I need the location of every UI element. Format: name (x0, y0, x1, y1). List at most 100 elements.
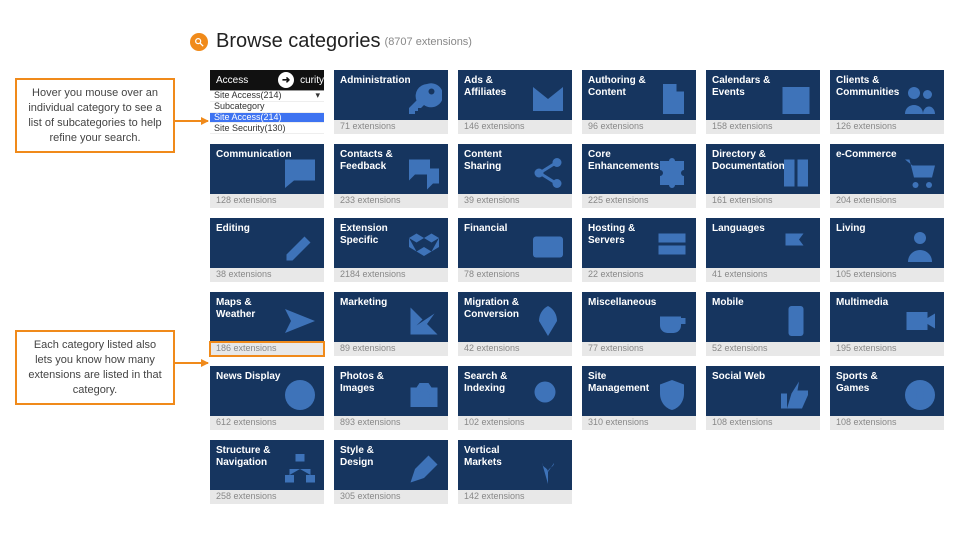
category-card[interactable]: Structure & Navigation258 extensions (210, 440, 324, 504)
edit-icon (280, 228, 320, 266)
doc-icon (652, 80, 692, 118)
category-count: 22 extensions (582, 268, 696, 282)
category-label: Communication (216, 149, 286, 161)
comments-icon (404, 154, 444, 192)
comment-icon (280, 154, 320, 192)
category-count: 158 extensions (706, 120, 820, 134)
category-card[interactable]: Multimedia195 extensions (830, 292, 944, 356)
category-label: Financial (464, 223, 534, 235)
card-title-right: curity (300, 75, 324, 86)
category-count: 102 extensions (458, 416, 572, 430)
category-count: 78 extensions (458, 268, 572, 282)
category-card[interactable]: Content Sharing39 extensions (458, 144, 572, 208)
category-card[interactable]: Core Enhancements225 extensions (582, 144, 696, 208)
category-card[interactable]: Style & Design305 extensions (334, 440, 448, 504)
category-card[interactable]: Hosting & Servers22 extensions (582, 218, 696, 282)
go-icon[interactable]: ➜ (278, 72, 294, 88)
category-label: Site Management (588, 371, 658, 394)
brush-icon (404, 450, 444, 488)
category-card[interactable]: Extension Specific2184 extensions (334, 218, 448, 282)
fork-icon (528, 450, 568, 488)
category-card[interactable]: Administration 71 extensions (334, 70, 448, 134)
video-icon (900, 302, 940, 340)
category-count: 161 extensions (706, 194, 820, 208)
category-count: 204 extensions (830, 194, 944, 208)
page-title: Browse categories (216, 30, 381, 53)
category-count: 2184 extensions (334, 268, 448, 282)
dropdown-option[interactable]: Subcategory (210, 102, 324, 113)
phone-icon (776, 302, 816, 340)
category-card[interactable]: e-Commerce204 extensions (830, 144, 944, 208)
category-card[interactable]: Directory & Documentation 161 extensions (706, 144, 820, 208)
dropdown-selected[interactable]: Site Access(214) (210, 91, 324, 102)
category-label: Directory & Documentation (712, 149, 782, 172)
category-count: 39 extensions (458, 194, 572, 208)
category-count: 89 extensions (334, 342, 448, 356)
category-card[interactable]: Miscellaneous 77 extensions (582, 292, 696, 356)
dropdown-option[interactable]: Site Access(214) (210, 113, 324, 124)
category-card[interactable]: Contacts & Feedback233 extensions (334, 144, 448, 208)
page-header: Browse categories (8707 extensions) (190, 30, 472, 53)
category-count: 108 extensions (830, 416, 944, 430)
category-label: Maps & Weather (216, 297, 286, 320)
category-card[interactable]: Vertical Markets142 extensions (458, 440, 572, 504)
category-count: 233 extensions (334, 194, 448, 208)
category-label: Calendars & Events (712, 75, 782, 98)
category-card[interactable]: Mobile52 extensions (706, 292, 820, 356)
category-card[interactable]: News Display612 extensions (210, 366, 324, 430)
category-count: 52 extensions (706, 342, 820, 356)
ball-icon (900, 376, 940, 414)
category-count: 128 extensions (210, 194, 324, 208)
category-card[interactable]: Living105 extensions (830, 218, 944, 282)
category-card[interactable]: Financial 78 extensions (458, 218, 572, 282)
callout-hover: Hover you mouse over an individual categ… (15, 78, 175, 153)
category-card[interactable]: Maps & Weather 186 extensions (210, 292, 324, 356)
category-card[interactable]: Migration & Conversion42 extensions (458, 292, 572, 356)
category-count: 310 extensions (582, 416, 696, 430)
category-card[interactable]: Languages41 extensions (706, 218, 820, 282)
category-card-access-security[interactable]: Access ➜ curity Site Access(214) Subcate… (210, 70, 324, 134)
thumb-icon (776, 376, 816, 414)
category-count: 71 extensions (334, 120, 448, 134)
category-count: 195 extensions (830, 342, 944, 356)
category-card[interactable]: Site Management 310 extensions (582, 366, 696, 430)
category-count: 41 extensions (706, 268, 820, 282)
category-card[interactable]: Communication 128 extensions (210, 144, 324, 208)
users-icon (900, 80, 940, 118)
subcategory-dropdown[interactable]: Site Access(214) Subcategory Site Access… (210, 90, 324, 134)
category-card[interactable]: Ads & Affiliates146 extensions (458, 70, 572, 134)
category-label: Miscellaneous (588, 297, 658, 309)
category-label: Clients & Communities (836, 75, 906, 98)
category-label: Editing (216, 223, 286, 235)
category-count: 77 extensions (582, 342, 696, 356)
category-count: 142 extensions (458, 490, 572, 504)
category-label: Social Web (712, 371, 782, 383)
category-card[interactable]: Editing 38 extensions (210, 218, 324, 282)
category-label: Administration (340, 75, 410, 87)
category-card[interactable]: Photos & Images 893 extensions (334, 366, 448, 430)
category-card[interactable]: Search & Indexing102 extensions (458, 366, 572, 430)
category-label: Photos & Images (340, 371, 410, 394)
category-count: 105 extensions (830, 268, 944, 282)
alert-icon (280, 376, 320, 414)
category-label: Marketing (340, 297, 410, 309)
envelope-icon (528, 80, 568, 118)
dropdown-option[interactable]: Site Security(130) (210, 123, 324, 134)
category-card[interactable]: Social Web108 extensions (706, 366, 820, 430)
category-count: 893 extensions (334, 416, 448, 430)
callout-count: Each category listed also lets you know … (15, 330, 175, 405)
category-count: 186 extensions (210, 342, 324, 356)
category-count: 38 extensions (210, 268, 324, 282)
category-count: 612 extensions (210, 416, 324, 430)
camera-icon (404, 376, 444, 414)
category-card[interactable]: Clients & Communities126 extensions (830, 70, 944, 134)
category-card[interactable]: Sports & Games108 extensions (830, 366, 944, 430)
rocket-icon (528, 302, 568, 340)
chart-icon (404, 302, 444, 340)
shield-icon (652, 376, 692, 414)
category-card[interactable]: Authoring & Content96 extensions (582, 70, 696, 134)
category-card[interactable]: Calendars & Events 158 extensions (706, 70, 820, 134)
category-card[interactable]: Marketing 89 extensions (334, 292, 448, 356)
callout-arrow-1 (175, 120, 208, 122)
category-count: 96 extensions (582, 120, 696, 134)
